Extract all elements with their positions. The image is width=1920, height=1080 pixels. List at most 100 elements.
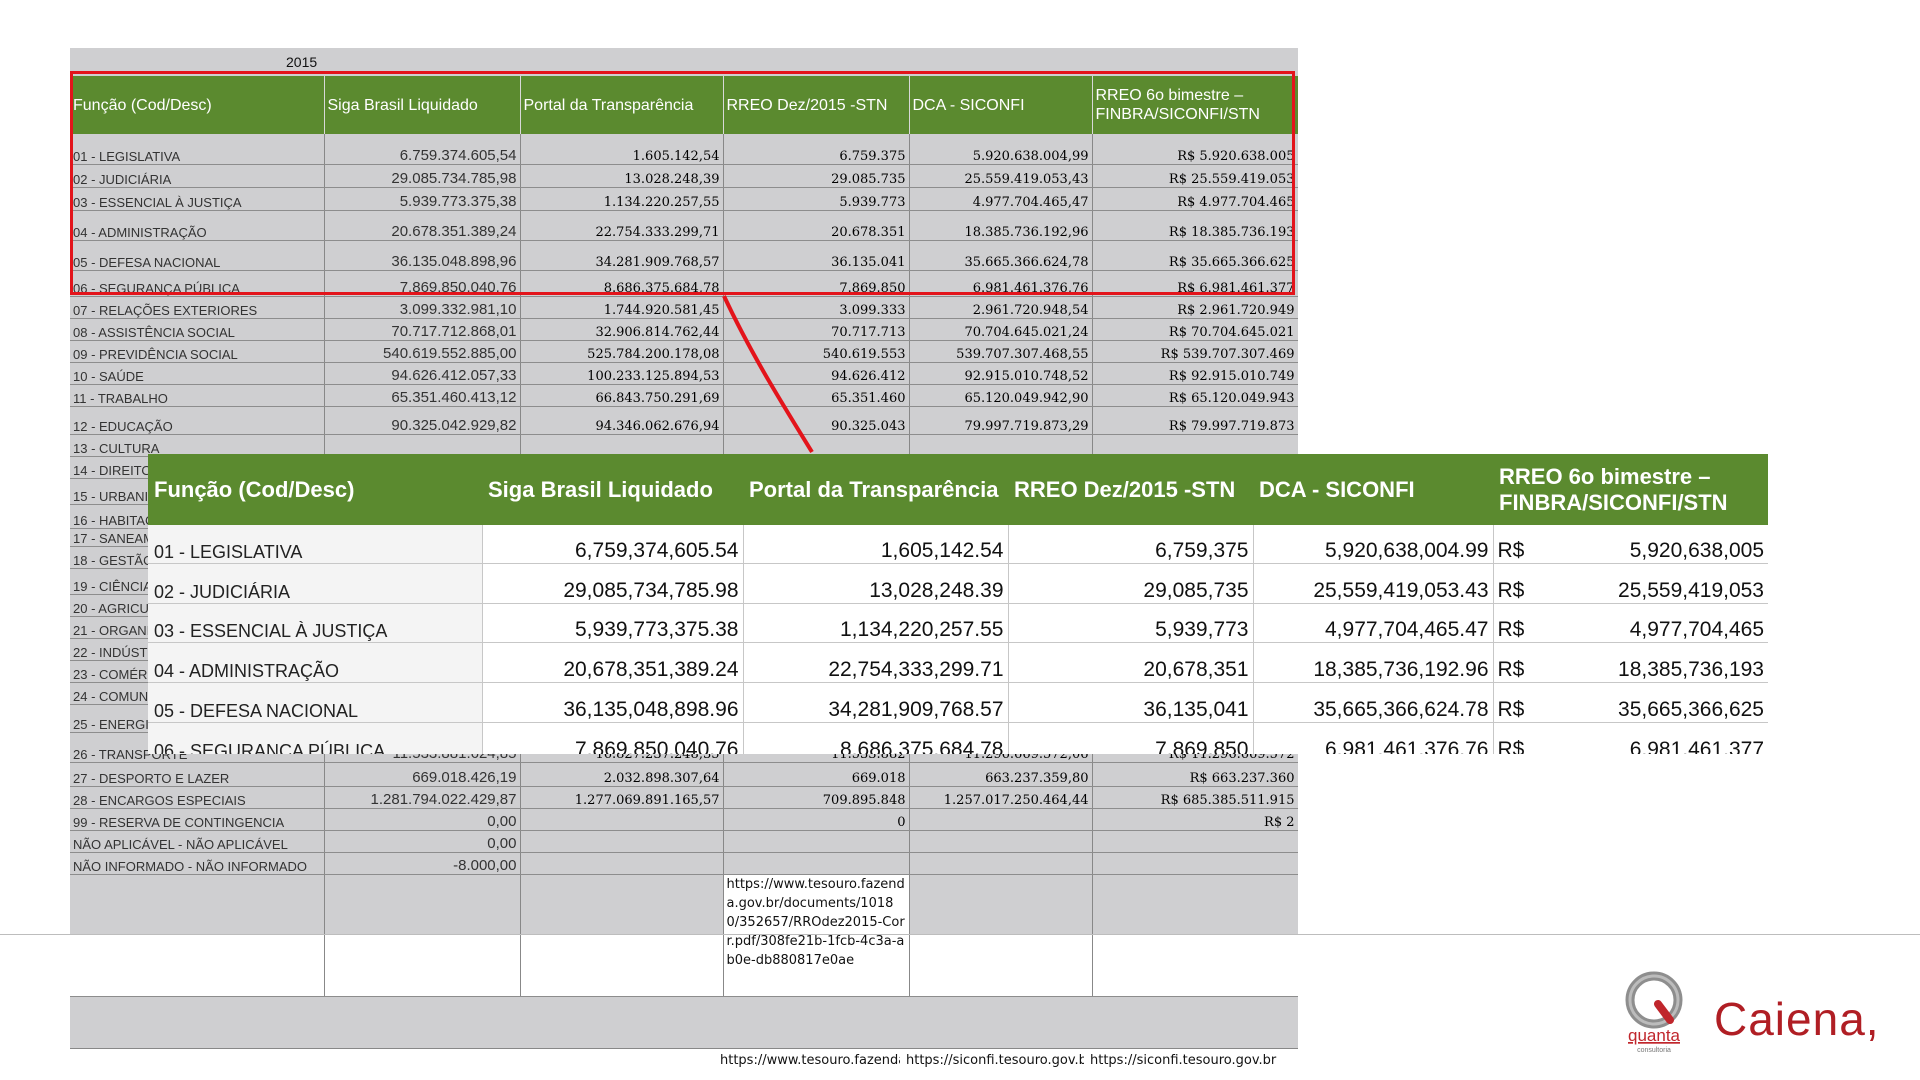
source-links-row: https://www.tesouro.fazenda.gov.br/relat… [70, 1048, 1298, 1080]
value-cell [1092, 434, 1298, 457]
table-row: 08 - ASSISTÊNCIA SOCIAL 70.717.712.868,01… [70, 318, 1298, 341]
value-cell: 25,559,419,053.43 [1253, 563, 1494, 604]
value-cell: 36,135,041 [1008, 682, 1254, 723]
value-cell: 29,085,735 [1008, 563, 1254, 604]
function-cell: 13 - CULTURA [70, 434, 325, 457]
zoom-column-header: RREO 6o bimestre – FINBRA/SICONFI/STN [1493, 454, 1768, 525]
currency-value: 4,977,704,465 [1629, 618, 1764, 641]
currency-value: 6,981,461,377 [1629, 738, 1764, 754]
function-cell: 28 - ENCARGOS ESPECIAIS [70, 786, 325, 809]
value-cell: 0,00 [324, 808, 521, 831]
value-cell: 5,939,773 [1008, 603, 1254, 643]
value-cell: 1.277.069.891.165,57 [520, 786, 724, 809]
zoom-table-row: 01 - LEGISLATIVA 6,759,374,605.54 1,605,14… [148, 525, 1768, 564]
value-cell: 709.895.848 [723, 786, 910, 809]
value-cell: 3.099.332.981,10 [324, 296, 521, 319]
svg-text:quanta: quanta [1628, 1026, 1681, 1045]
table-row: 28 - ENCARGOS ESPECIAIS 1.281.794.022.429… [70, 786, 1298, 809]
source-link[interactable]: https://siconfi.tesouro.gov.br/siconfi/p… [906, 1051, 1084, 1070]
value-cell: R$ 5,920,638,005 [1493, 525, 1768, 564]
empty-cell [70, 934, 325, 997]
value-cell [520, 808, 724, 831]
zoom-table-row: 02 - JUDICIÁRIA 29,085,734,785.98 13,028,2… [148, 563, 1768, 604]
table-row: 07 - RELAÇÕES EXTERIORES 3.099.332.981,10… [70, 296, 1298, 319]
value-cell: 35,665,366,624.78 [1253, 682, 1494, 723]
value-cell: 0,00 [324, 830, 521, 853]
function-cell: 08 - ASSISTÊNCIA SOCIAL [70, 318, 325, 341]
zoom-column-header: Portal da Transparência [743, 454, 1008, 525]
value-cell: R$ 685.385.511.915 [1092, 786, 1298, 809]
function-cell: NÃO INFORMADO - NÃO INFORMADO [70, 852, 325, 875]
value-cell: R$ 65.120.049.943 [1092, 384, 1298, 407]
empty-cell [70, 874, 325, 935]
value-cell: 90.325.043 [723, 406, 910, 435]
value-cell: 36,135,048,898.96 [482, 682, 744, 723]
function-cell: 27 - DESPORTO E LAZER [70, 762, 325, 787]
value-cell: 5,920,638,004.99 [1253, 525, 1494, 564]
value-cell: 1,134,220,257.55 [743, 603, 1009, 643]
table-row: 12 - EDUCAÇÃO 90.325.042.929,82 94.346.062… [70, 406, 1298, 435]
zoomed-table: Função (Cod/Desc) Siga Brasil Liquidado Po… [148, 454, 1768, 754]
value-cell: 1.257.017.250.464,44 [909, 786, 1093, 809]
table-row: 99 - RESERVA DE CONTINGENCIA 0,00 0 R$ 2 [70, 808, 1298, 831]
table-row: NÃO INFORMADO - NÃO INFORMADO -8.000,00 [70, 852, 1298, 875]
currency-value: 18,385,736,193 [1618, 658, 1764, 681]
value-cell: 13,028,248.39 [743, 563, 1009, 604]
zoom-table-row: 05 - DEFESA NACIONAL 36,135,048,898.96 34,… [148, 682, 1768, 723]
value-cell [723, 434, 910, 457]
table-row [70, 934, 1298, 997]
empty-cell [324, 934, 521, 997]
value-cell: R$ 18,385,736,193 [1493, 642, 1768, 683]
value-cell: R$ 539.707.307.469 [1092, 340, 1298, 363]
value-cell [324, 434, 521, 457]
value-cell: 79.997.719.873,29 [909, 406, 1093, 435]
function-cell: 99 - RESERVA DE CONTINGENCIA [70, 808, 325, 831]
value-cell: 18,385,736,192.96 [1253, 642, 1494, 683]
currency-symbol: R$ [1497, 698, 1525, 721]
value-cell: 525.784.200.178,08 [520, 340, 724, 363]
currency-symbol: R$ [1497, 658, 1525, 681]
empty-cell [1092, 874, 1298, 935]
value-cell: 1.744.920.581,45 [520, 296, 724, 319]
value-cell [723, 830, 910, 853]
currency-symbol: R$ [1497, 539, 1525, 562]
zoom-column-header: Função (Cod/Desc) [148, 454, 482, 525]
empty-cell [1092, 934, 1298, 997]
value-cell: 2.032.898.307,64 [520, 762, 724, 787]
value-cell: R$ 92.915.010.749 [1092, 362, 1298, 385]
value-cell: 6,981,461,376.76 [1253, 722, 1494, 754]
function-cell: 09 - PREVIDÊNCIA SOCIAL [70, 340, 325, 363]
quanta-logo: quanta consultoria [1625, 971, 1683, 1054]
value-cell: R$ 70.704.645.021 [1092, 318, 1298, 341]
source-link[interactable]: https://www.tesouro.fazenda.gov.br/relat… [720, 1051, 900, 1070]
function-cell: 04 - ADMINISTRAÇÃO [148, 642, 483, 683]
value-cell [909, 808, 1093, 831]
source-link[interactable]: https://siconfi.tesouro.gov.br [1090, 1051, 1296, 1070]
value-cell [520, 434, 724, 457]
value-cell [520, 830, 724, 853]
footer-divider [0, 934, 1920, 935]
currency-symbol: R$ [1497, 618, 1525, 641]
empty-cell [909, 934, 1093, 997]
value-cell: -8.000,00 [324, 852, 521, 875]
value-cell: 100.233.125.894,53 [520, 362, 724, 385]
table-row: https://www.tesouro.fazenda.gov.br/docum… [70, 874, 1298, 997]
value-cell: 7,869,850,040.76 [482, 722, 744, 754]
value-cell: 6,759,374,605.54 [482, 525, 744, 564]
function-cell: 03 - ESSENCIAL À JUSTIÇA [148, 603, 483, 643]
value-cell: 3.099.333 [723, 296, 910, 319]
currency-value: 25,559,419,053 [1618, 579, 1764, 602]
source-link[interactable]: https://www.tesouro.fazenda.gov.br/docum… [723, 874, 910, 997]
value-cell [1092, 830, 1298, 853]
highlight-box [70, 71, 1295, 295]
empty-cell [520, 934, 724, 997]
value-cell [1092, 852, 1298, 875]
value-cell: 2.961.720.948,54 [909, 296, 1093, 319]
value-cell [909, 830, 1093, 853]
currency-symbol: R$ [1497, 579, 1525, 602]
function-cell: 06 - SEGURANÇA PÚBLICA [148, 722, 483, 754]
value-cell: 5,939,773,375.38 [482, 603, 744, 643]
value-cell: 94.626.412.057,33 [324, 362, 521, 385]
zoomed-table-callout: Função (Cod/Desc) Siga Brasil Liquidado Po… [148, 454, 1768, 754]
zoom-table-row: 04 - ADMINISTRAÇÃO 20,678,351,389.24 22,75… [148, 642, 1768, 683]
